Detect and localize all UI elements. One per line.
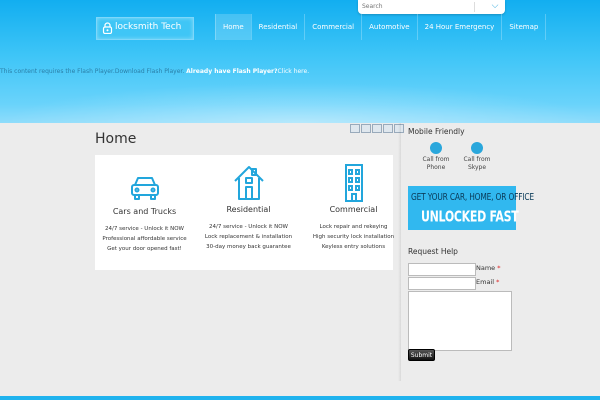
banner-line2: UNLOCKED FAST xyxy=(421,208,519,226)
flash-message: This content requires the Flash Player. xyxy=(0,68,115,75)
nav-item-24-hour-emergency[interactable]: 24 Hour Emergency xyxy=(416,14,502,40)
click-here-link[interactable]: Click here. xyxy=(277,68,309,75)
service-title: Commercial xyxy=(329,205,378,214)
chevron-down-icon[interactable]: ⌵ xyxy=(488,0,502,14)
phone-icon xyxy=(430,142,442,154)
print-icon[interactable] xyxy=(361,124,371,133)
call-phone-line1: Call from xyxy=(422,156,450,163)
call-skype-line1: Call from xyxy=(463,156,491,163)
share-toolbar xyxy=(350,124,404,133)
service-line: Lock replacement & installation xyxy=(204,234,293,240)
nav-item-home[interactable]: Home xyxy=(215,14,251,40)
main-nav: Home Residential Commercial Automotive 2… xyxy=(215,14,547,40)
service-residential: Residential 24/7 service - Unlock it NOW… xyxy=(199,155,298,252)
flash-notice: This content requires the Flash Player.D… xyxy=(0,68,310,75)
call-skype-line2: Skype xyxy=(467,164,487,171)
page-title: Home xyxy=(95,131,137,147)
services-panel: Cars and Trucks 24/7 service - Unlock it… xyxy=(95,155,394,270)
flash-already-text: Already have Flash Player? xyxy=(186,68,278,75)
search-input[interactable] xyxy=(360,1,474,12)
download-flash-link[interactable]: Download Flash Player xyxy=(115,68,182,75)
name-label: Name * xyxy=(476,264,501,272)
service-line: 24/7 service - Unlock it NOW xyxy=(105,226,184,232)
call-from-skype[interactable]: Call from Skype xyxy=(457,142,497,172)
service-line: Lock repair and rekeying xyxy=(319,224,388,230)
service-line: Keyless entry solutions xyxy=(321,244,386,250)
mobile-friendly-title: Mobile Friendly xyxy=(408,127,465,136)
email-field[interactable] xyxy=(408,277,476,290)
search-divider xyxy=(474,2,475,12)
search-box: ⌵ xyxy=(358,0,505,14)
footer-bar xyxy=(0,396,600,400)
email-label: Email * xyxy=(476,278,499,286)
house-icon xyxy=(233,166,264,200)
call-phone-line2: Phone xyxy=(426,164,446,171)
car-icon xyxy=(130,177,159,200)
service-title: Residential xyxy=(226,205,271,214)
name-field[interactable] xyxy=(408,263,476,276)
bookmark-icon[interactable] xyxy=(372,124,382,133)
service-line: 24/7 service - Unlock it NOW xyxy=(209,224,288,230)
nav-item-commercial[interactable]: Commercial xyxy=(304,14,361,40)
required-mark: * xyxy=(496,278,500,286)
service-line: 30-day money back guarantee xyxy=(206,244,291,250)
message-textarea[interactable] xyxy=(408,291,512,351)
service-title: Cars and Trucks xyxy=(112,207,177,216)
email-label-text: Email xyxy=(476,278,495,286)
facebook-icon[interactable] xyxy=(383,124,393,133)
service-line: Professional affordable service xyxy=(102,236,187,242)
request-help-title: Request Help xyxy=(408,247,458,256)
nav-item-sitemap[interactable]: Sitemap xyxy=(501,14,547,40)
email-icon[interactable] xyxy=(350,124,360,133)
service-line: Get your door opened fast! xyxy=(107,246,182,252)
skype-icon xyxy=(471,142,483,154)
lock-icon xyxy=(102,22,113,34)
service-cars: Cars and Trucks 24/7 service - Unlock it… xyxy=(95,155,194,254)
sidebar-divider xyxy=(398,123,401,381)
name-label-text: Name xyxy=(476,264,496,272)
required-mark: * xyxy=(497,264,501,272)
building-icon xyxy=(344,164,363,202)
logo-text: locksmith Tech xyxy=(115,22,182,32)
nav-item-residential[interactable]: Residential xyxy=(250,14,305,40)
nav-item-automotive[interactable]: Automotive xyxy=(361,14,417,40)
submit-button[interactable]: Submit xyxy=(408,349,435,361)
call-from-phone[interactable]: Call from Phone xyxy=(416,142,456,172)
unlocked-fast-banner[interactable]: GET YOUR CAR, HOME, OR OFFICE UNLOCKED F… xyxy=(408,186,534,230)
service-commercial: Commercial Lock repair and rekeying High… xyxy=(304,155,403,252)
service-line: High security lock installation xyxy=(312,234,395,240)
site-logo[interactable]: locksmith Tech xyxy=(96,17,194,40)
banner-line1: GET YOUR CAR, HOME, OR OFFICE xyxy=(411,191,534,203)
